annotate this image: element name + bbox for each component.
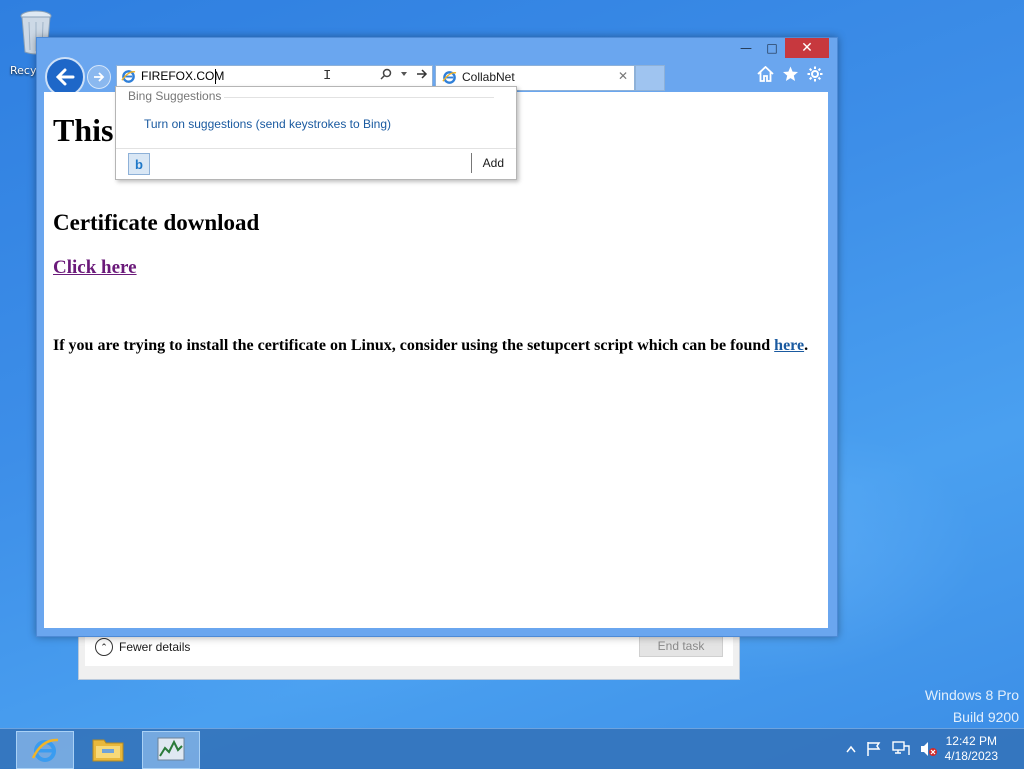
section-title: Certificate download [53,210,260,235]
system-clock[interactable]: 12:42 PM 4/18/2023 [945,734,998,764]
taskbar: 12:42 PM 4/18/2023 [0,728,1024,769]
suggestions-dropdown: Bing Suggestions Turn on suggestions (se… [115,86,517,180]
folder-icon [92,739,124,762]
clock-time: 12:42 PM [945,734,997,748]
network-icon[interactable] [892,741,910,757]
fewer-details-label: Fewer details [119,640,191,654]
taskbar-internet-explorer[interactable] [16,731,74,769]
favorites-star-icon[interactable] [782,66,799,82]
search-icon[interactable] [380,68,392,80]
home-icon[interactable] [757,66,774,82]
ie-logo-icon [121,70,136,83]
back-arrow-icon [55,68,75,86]
windows-watermark: Windows 8 Pro Build 9200 [925,684,1019,728]
add-button[interactable]: Add [483,156,504,170]
flag-icon[interactable] [866,741,882,757]
forward-arrow-icon [94,72,105,82]
bing-logo-icon[interactable]: b [128,153,150,175]
maximize-button[interactable]: □ [759,38,785,58]
address-input[interactable]: FIREFOX.COM [141,69,224,83]
divider [471,153,472,173]
linux-text: If you are trying to install the certifi… [53,337,771,354]
end-task-button[interactable]: End task [639,635,723,657]
watermark-edition: Windows 8 Pro [924,687,1019,703]
taskbar-task-manager[interactable] [142,731,200,769]
ie-logo-icon [442,71,457,84]
volume-muted-icon[interactable] [920,741,938,757]
turn-on-suggestions-link[interactable]: Turn on suggestions (send keystrokes to … [144,117,391,131]
new-tab-button[interactable] [635,65,665,91]
close-button[interactable]: ✕ [785,38,829,58]
go-arrow-icon[interactable] [416,68,428,80]
tab-title: CollabNet [462,70,515,84]
period-text: . [804,337,809,354]
page-heading: This [53,112,114,148]
system-tray [846,741,938,757]
chevron-up-icon[interactable] [846,745,856,753]
suggestions-footer: b Add [116,148,516,179]
click-here-link[interactable]: Click here [53,257,137,279]
chevron-up-icon: ⌃ [95,638,113,656]
forward-button[interactable] [87,65,111,89]
close-tab-icon[interactable]: ✕ [618,69,628,83]
suggestions-header: Bing Suggestions [128,89,222,103]
minimize-button[interactable]: — [733,38,759,58]
taskbar-file-explorer[interactable] [80,731,136,767]
watermark-build: Build 9200 [952,709,1019,725]
ie-logo-icon [31,738,59,762]
browser-toolbar [757,66,823,82]
bing-letter: b [135,156,143,172]
clock-date: 4/18/2023 [944,749,998,763]
fewer-details-button[interactable]: ⌃ Fewer details [95,638,190,656]
address-tools [380,68,428,80]
dropdown-arrow-icon[interactable] [400,70,408,78]
gear-icon[interactable] [807,66,823,82]
text-caret [215,69,216,84]
linux-paragraph: If you are trying to install the certifi… [53,337,808,355]
task-manager-icon [157,737,185,761]
i-beam-cursor-icon: I [323,68,332,84]
recycle-bin-label: Recy [10,64,37,77]
divider [224,97,494,98]
back-button[interactable] [45,57,85,97]
window-controls: — □ ✕ [733,38,829,58]
here-link[interactable]: here [774,337,804,354]
